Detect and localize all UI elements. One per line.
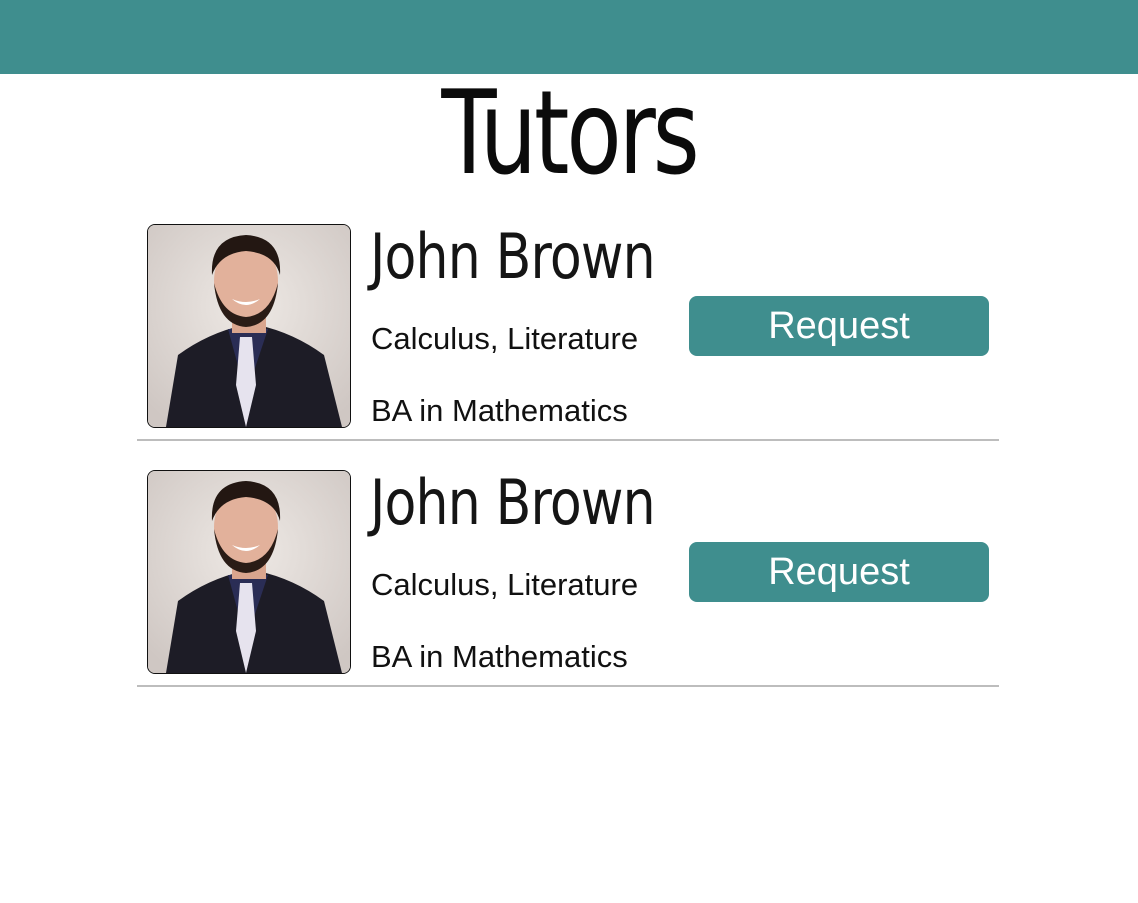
tutor-subjects: Calculus, Literature bbox=[371, 567, 639, 602]
tutor-list: John Brown Calculus, Literature BA in Ma… bbox=[137, 220, 999, 712]
tutor-subjects: Calculus, Literature bbox=[371, 321, 639, 356]
tutor-name: John Brown bbox=[370, 466, 656, 539]
tutor-row: John Brown Calculus, Literature BA in Ma… bbox=[137, 220, 999, 441]
tutor-photo bbox=[147, 224, 351, 428]
tutor-photo bbox=[147, 470, 351, 674]
top-bar bbox=[0, 0, 1138, 74]
tutor-name: John Brown bbox=[370, 220, 656, 293]
page-title: Tutors bbox=[441, 66, 699, 201]
tutor-degree: BA in Mathematics bbox=[371, 393, 628, 428]
request-button[interactable]: Request bbox=[689, 542, 989, 602]
request-button[interactable]: Request bbox=[689, 296, 989, 356]
tutor-row: John Brown Calculus, Literature BA in Ma… bbox=[137, 466, 999, 687]
tutor-degree: BA in Mathematics bbox=[371, 639, 628, 674]
